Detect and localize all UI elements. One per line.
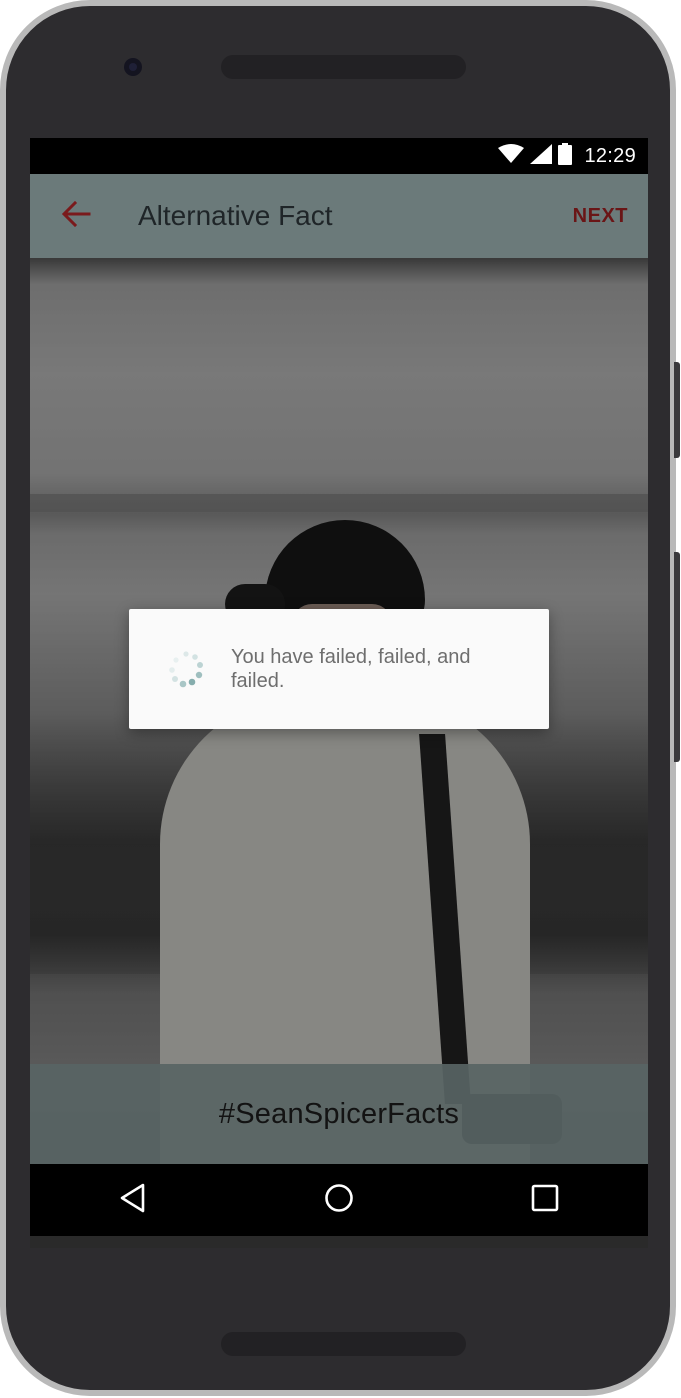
volume-button <box>674 362 680 458</box>
screen-chin <box>30 1236 648 1248</box>
nav-back-triangle-icon <box>119 1183 147 1218</box>
earpiece-speaker <box>221 55 466 79</box>
status-bar: 12:29 <box>30 138 648 174</box>
bottom-speaker <box>221 1332 466 1356</box>
dialog-message: You have failed, failed, and failed. <box>231 646 471 692</box>
hashtag-label: #SeanSpicerFacts <box>218 1097 460 1130</box>
wifi-icon <box>498 143 525 169</box>
cell-signal-icon <box>530 143 553 169</box>
nav-home-circle-icon <box>324 1183 354 1218</box>
progress-dialog: You have failed, failed, and failed. <box>129 609 549 729</box>
battery-icon <box>558 142 573 170</box>
status-time: 12:29 <box>584 144 636 167</box>
page-title: Alternative Fact <box>138 200 333 231</box>
nav-recents-button[interactable] <box>505 1170 585 1230</box>
front-camera <box>124 58 142 76</box>
device-screen: 12:29 Alternative Fact NEXT #SeanSpicerF… <box>30 138 648 1236</box>
back-button[interactable] <box>52 194 100 238</box>
arrow-left-icon <box>61 200 91 232</box>
hashtag-bar: #SeanSpicerFacts <box>30 1064 648 1164</box>
system-nav-bar <box>30 1164 648 1236</box>
nav-back-button[interactable] <box>93 1170 173 1230</box>
next-button[interactable]: NEXT <box>573 174 628 258</box>
power-button <box>674 552 680 762</box>
app-bar: Alternative Fact NEXT <box>30 174 648 258</box>
nav-recents-square-icon <box>531 1184 559 1217</box>
loading-spinner-icon <box>167 650 205 688</box>
nav-home-button[interactable] <box>299 1170 379 1230</box>
